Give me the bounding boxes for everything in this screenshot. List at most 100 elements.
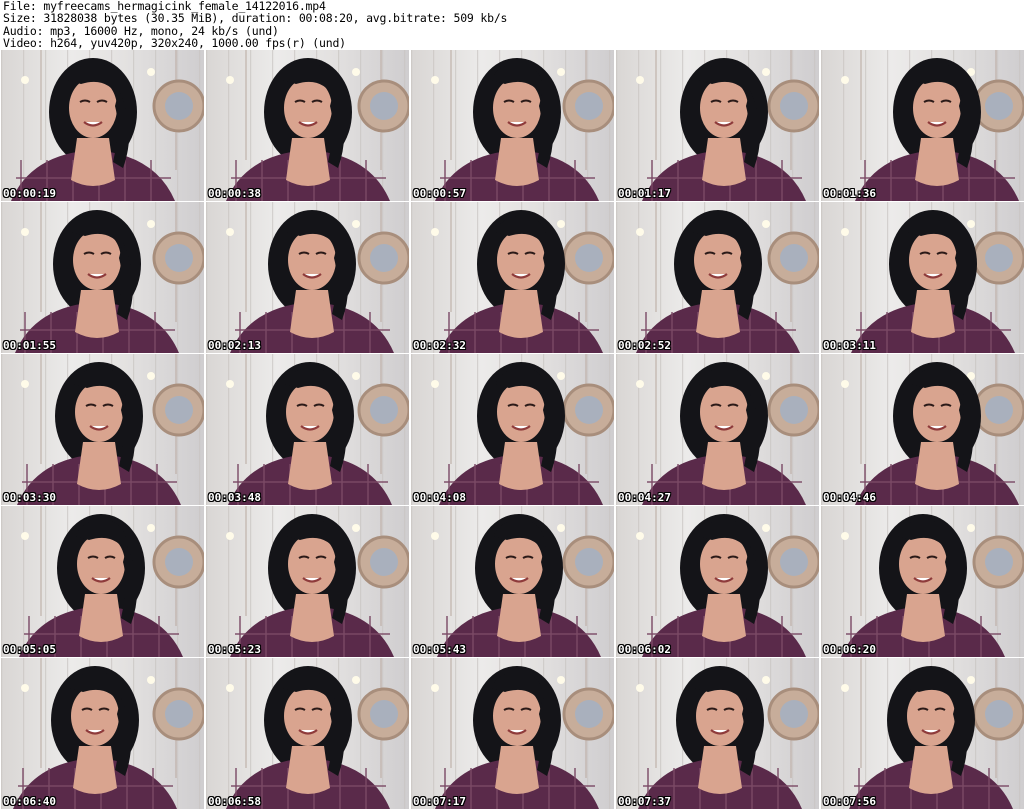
wall-stripe [616,354,618,505]
mirror-glass [165,700,193,728]
wall-stripe [638,658,640,809]
fairy-light [226,532,234,540]
fairy-light [21,684,29,692]
wall-stripe [1019,658,1021,809]
smile [89,425,109,431]
neck [698,746,742,794]
neck [286,746,330,794]
face [493,78,541,138]
face [497,230,545,290]
wall-stripe [206,506,208,657]
wall-stripe [199,50,201,201]
smile [300,425,320,431]
smile [87,273,107,279]
neck [75,290,119,338]
frame-timestamp: 00:07:37 [618,795,671,808]
wall-stripe [1,50,3,201]
wall-stripe [616,658,618,809]
fairy-light [967,676,975,684]
video-frame-thumbnail: 00:05:23 [206,506,409,657]
smile [302,577,322,583]
mirror-glass [575,548,603,576]
wall-stripe [228,202,230,353]
fairy-light [21,228,29,236]
neck [495,138,539,186]
wall-stripe [199,354,201,505]
wall-stripe [206,354,208,505]
face [69,78,117,138]
smile [710,729,730,735]
wall-stripe [821,354,823,505]
mirror-glass [165,548,193,576]
video-frame-thumbnail: 00:04:27 [616,354,819,505]
fairy-light [841,76,849,84]
neck [79,594,123,642]
video-frame-thumbnail: 00:01:36 [821,50,1024,201]
fairy-light [762,372,770,380]
frame-timestamp: 00:02:52 [618,339,671,352]
wall-stripe [1019,506,1021,657]
smile [927,121,947,127]
fairy-light [636,228,644,236]
video-frame-thumbnail: 00:00:38 [206,50,409,201]
smile [507,121,527,127]
scene-illustration [206,50,409,201]
wall-stripe [814,202,816,353]
fairy-light [431,532,439,540]
neck [909,746,953,794]
neck [901,594,945,642]
fairy-light [762,220,770,228]
video-frame-thumbnail: 00:05:43 [411,506,614,657]
scene-illustration [1,506,204,657]
fairy-light [352,220,360,228]
fairy-light [352,676,360,684]
fairy-light [431,76,439,84]
face [696,686,744,746]
scene-illustration [821,354,1024,505]
scene-illustration [616,50,819,201]
wall-stripe [638,506,640,657]
scene-illustration [616,354,819,505]
wall-stripe [609,658,611,809]
smile [302,273,322,279]
neck [702,138,746,186]
mirror-glass [780,700,808,728]
fairy-light [762,676,770,684]
wall-stripe [609,354,611,505]
neck [915,138,959,186]
fairy-light [21,380,29,388]
video-frame-thumbnail: 00:07:17 [411,658,614,809]
neck [77,442,121,490]
wall-stripe [616,506,618,657]
wall-stripe [821,658,823,809]
fairy-light [636,684,644,692]
smile [708,273,728,279]
fairy-light [557,220,565,228]
video-frame-thumbnail: 00:00:57 [411,50,614,201]
mirror-glass [165,396,193,424]
frame-timestamp: 00:06:58 [208,795,261,808]
wall-stripe [616,50,618,201]
wall-stripe [206,658,208,809]
smile [511,273,531,279]
wall-stripe [411,354,413,505]
wall-stripe [821,202,823,353]
wall-stripe [1,354,3,505]
mirror-glass [575,244,603,272]
neck [288,442,332,490]
mirror-glass [985,244,1013,272]
scene-illustration [616,202,819,353]
fairy-light [352,372,360,380]
neck [290,290,334,338]
wall-stripe [433,506,435,657]
face [913,382,961,442]
fairy-light [21,76,29,84]
smile [714,425,734,431]
fairy-light [557,68,565,76]
mirror-glass [370,396,398,424]
frame-timestamp: 00:01:55 [3,339,56,352]
video-frame-thumbnail: 00:06:40 [1,658,204,809]
neck [702,442,746,490]
wall-stripe [206,202,208,353]
face [284,686,332,746]
